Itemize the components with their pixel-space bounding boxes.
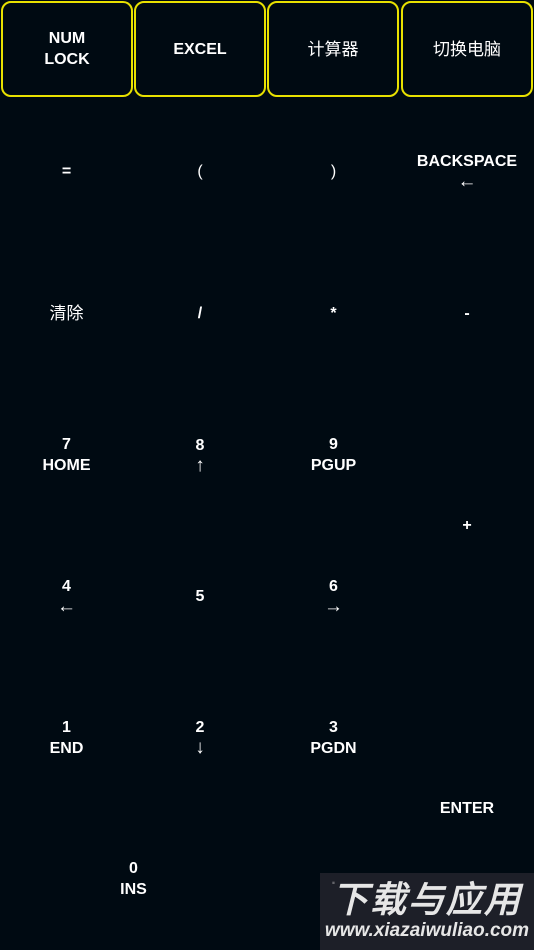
key-3-pgdn[interactable]: 3 PGDN (267, 667, 400, 808)
left-arrow-icon: ← (457, 170, 477, 192)
key-1-label: 1 (62, 718, 71, 736)
key-backspace[interactable]: BACKSPACE ← (400, 100, 534, 242)
key-0-label: 0 (129, 860, 138, 877)
key-4-label: 4 (62, 578, 71, 595)
watermark-title: 下载与应用 (331, 879, 522, 921)
key-plus[interactable]: + (400, 384, 534, 667)
switch-computer-button[interactable]: 切换电脑 (401, 1, 533, 97)
up-arrow-icon: ↑ (195, 454, 205, 476)
key-backspace-label: BACKSPACE (416, 152, 518, 170)
key-2-down[interactable]: 2 ↓ (133, 667, 267, 808)
left-arrow-icon: ← (57, 596, 76, 617)
key-9-sub-label: PGUP (310, 457, 357, 474)
key-4-left[interactable]: 4 ← (0, 526, 133, 667)
key-right-paren-label: ) (330, 162, 337, 180)
key-divide-label: / (197, 304, 203, 322)
key-clear-label: 清除 (49, 303, 84, 323)
key-minus[interactable]: - (400, 242, 534, 384)
key-9-label: 9 (329, 436, 338, 453)
key-right-paren[interactable]: ) (267, 100, 400, 242)
key-8-label: 8 (195, 436, 205, 454)
key-6-label: 6 (329, 578, 338, 595)
key-7-home[interactable]: 7 HOME (0, 384, 133, 526)
key-0-ins[interactable]: 0 INS (0, 808, 267, 950)
key-equals-label: = (61, 162, 72, 180)
key-clear[interactable]: 清除 (0, 242, 133, 384)
key-left-paren-label: ( (197, 162, 203, 180)
key-3-sub-label: PGDN (310, 739, 357, 757)
key-7-label: 7 (62, 436, 71, 453)
key-3-label: 3 (329, 718, 338, 736)
key-plus-label: + (462, 517, 472, 534)
key-2-label: 2 (195, 719, 205, 736)
down-arrow-icon: ↓ (195, 737, 205, 758)
watermark-logo: 下载与应用 www.xiazaiwuliao.com (320, 873, 534, 950)
key-6-right[interactable]: 6 → (267, 526, 400, 667)
key-left-paren[interactable]: ( (133, 100, 267, 242)
num-lock-button[interactable]: NUM LOCK (1, 1, 133, 97)
key-enter-label: ENTER (439, 800, 495, 817)
key-5-label: 5 (195, 588, 205, 605)
top-button-row: NUM LOCK EXCEL 计算器 切换电脑 (0, 0, 534, 100)
key-multiply-label: * (330, 304, 337, 322)
excel-button[interactable]: EXCEL (134, 1, 266, 97)
key-minus-label: - (464, 304, 470, 322)
key-7-sub-label: HOME (42, 457, 91, 474)
key-8-up[interactable]: 8 ↑ (133, 384, 267, 526)
key-0-sub-label: INS (120, 881, 147, 898)
key-5[interactable]: 5 (133, 526, 267, 667)
key-1-sub-label: END (49, 739, 84, 757)
key-1-end[interactable]: 1 END (0, 667, 133, 808)
key-multiply[interactable]: * (267, 242, 400, 384)
watermark-url: www.xiazaiwuliao.com (324, 919, 530, 941)
calculator-button[interactable]: 计算器 (267, 1, 399, 97)
key-divide[interactable]: / (133, 242, 267, 384)
key-equals[interactable]: = (0, 100, 133, 242)
right-arrow-icon: → (324, 596, 343, 617)
key-9-pgup[interactable]: 9 PGUP (267, 384, 400, 526)
